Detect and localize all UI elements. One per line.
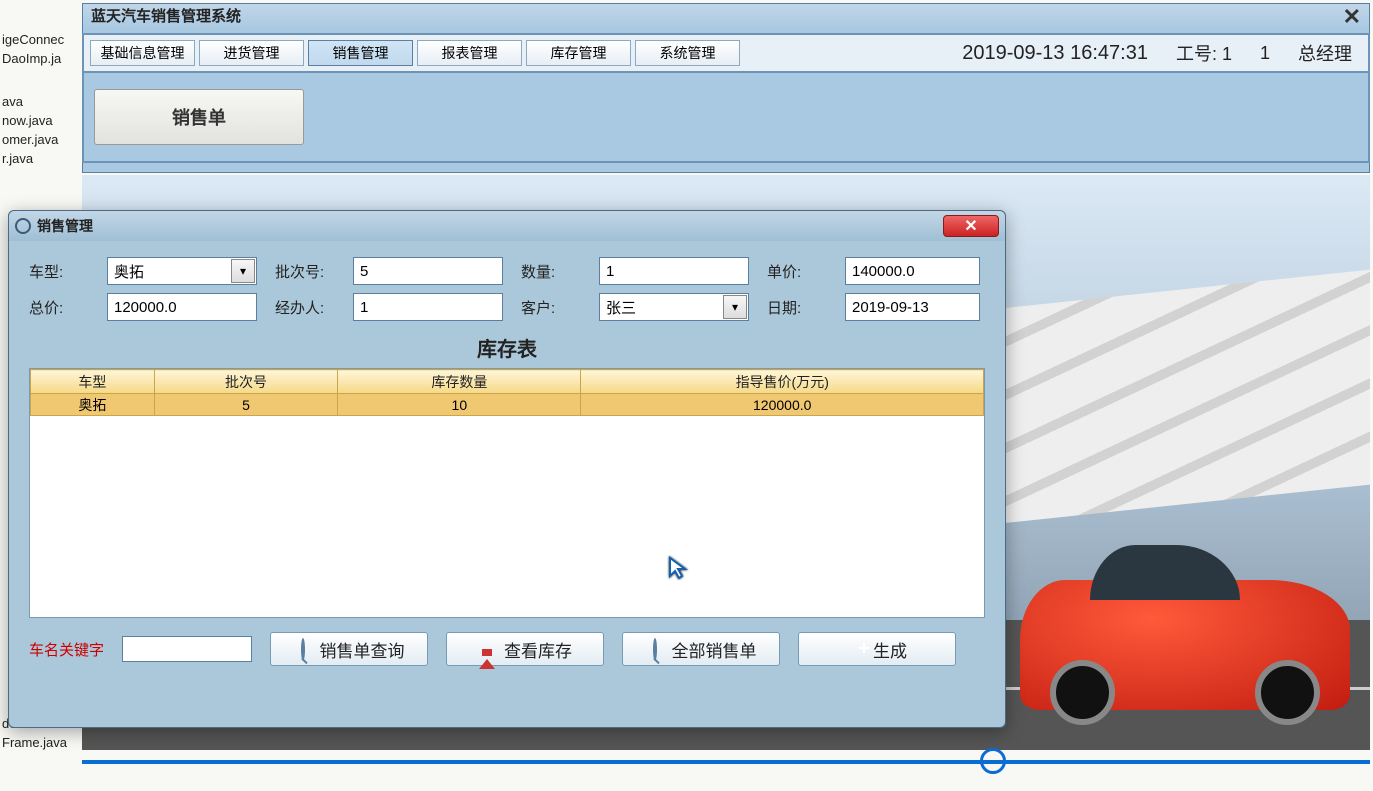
file-item[interactable]: ava: [0, 92, 80, 111]
query-button-label: 销售单查询: [320, 637, 405, 662]
role-label: 总经理: [1298, 40, 1352, 66]
close-icon[interactable]: ✕: [1343, 4, 1361, 30]
file-item[interactable]: Frame.java: [0, 733, 80, 752]
label-price: 单价:: [767, 261, 827, 282]
datetime-label: 2019-09-13 16:47:31: [962, 42, 1148, 65]
sub-toolbar: 销售单: [82, 73, 1370, 163]
all-orders-label: 全部销售单: [672, 637, 757, 662]
label-model: 车型:: [29, 261, 89, 282]
dialog-button-row: 车名关键字 销售单查询 查看库存 全部销售单 生成: [9, 618, 1005, 680]
menu-bar: 基础信息管理 进货管理 销售管理 报表管理 库存管理 系统管理 2019-09-…: [82, 33, 1370, 73]
mouse-cursor: [668, 556, 690, 580]
tab-sales[interactable]: 销售管理: [308, 40, 413, 66]
tab-purchase[interactable]: 进货管理: [199, 40, 304, 66]
search-icon: [301, 638, 305, 661]
table-row[interactable]: 奥拓 5 10 120000.0: [31, 394, 984, 416]
form-grid: 车型: ▾ 批次号: 数量: 单价: 总价: 经办人: 客户: ▾ 日期:: [9, 241, 1005, 325]
query-sales-button[interactable]: 销售单查询: [270, 632, 428, 666]
col-qty[interactable]: 库存数量: [338, 370, 581, 394]
dialog-titlebar[interactable]: 销售管理 ✕: [9, 211, 1005, 241]
dialog-title-text: 销售管理: [37, 216, 93, 236]
file-item[interactable]: now.java: [0, 111, 80, 130]
file-item[interactable]: r.java: [0, 149, 80, 168]
home-icon: [479, 640, 495, 669]
date-input[interactable]: [845, 293, 980, 321]
tab-report[interactable]: 报表管理: [417, 40, 522, 66]
label-qty: 数量:: [521, 261, 581, 282]
timeline-slider-thumb[interactable]: [980, 748, 1006, 774]
label-handler: 经办人:: [275, 297, 335, 318]
cell-model: 奥拓: [31, 394, 155, 416]
generate-label: 生成: [873, 637, 907, 662]
dialog-close-button[interactable]: ✕: [943, 215, 999, 237]
view-stock-button[interactable]: 查看库存: [446, 632, 604, 666]
handler-input[interactable]: [353, 293, 503, 321]
view-stock-label: 查看库存: [504, 637, 572, 662]
customer-select[interactable]: [599, 293, 749, 321]
gear-icon: [15, 218, 31, 234]
total-input[interactable]: [107, 293, 257, 321]
employee-extra: 1: [1260, 43, 1270, 64]
car-image: [1020, 580, 1350, 710]
batch-input[interactable]: [353, 257, 503, 285]
search-icon: [653, 638, 657, 661]
table-empty-area: [30, 416, 984, 616]
cell-price: 120000.0: [581, 394, 984, 416]
cell-qty: 10: [338, 394, 581, 416]
file-item[interactable]: omer.java: [0, 130, 80, 149]
col-model[interactable]: 车型: [31, 370, 155, 394]
model-select[interactable]: [107, 257, 257, 285]
employee-id-label: 工号: 1: [1176, 40, 1232, 66]
price-input[interactable]: [845, 257, 980, 285]
col-batch[interactable]: 批次号: [154, 370, 337, 394]
label-total: 总价:: [29, 297, 89, 318]
col-price[interactable]: 指导售价(万元): [581, 370, 984, 394]
timeline-slider-track[interactable]: [82, 760, 1370, 764]
inventory-table-title: 库存表: [9, 333, 1005, 362]
generate-button[interactable]: 生成: [798, 632, 956, 666]
sales-order-button[interactable]: 销售单: [94, 89, 304, 145]
keyword-input[interactable]: [122, 636, 252, 662]
table-header-row: 车型 批次号 库存数量 指导售价(万元): [31, 370, 984, 394]
cell-batch: 5: [154, 394, 337, 416]
label-date: 日期:: [767, 297, 827, 318]
label-customer: 客户:: [521, 297, 581, 318]
tab-system[interactable]: 系统管理: [635, 40, 740, 66]
tab-basic-info[interactable]: 基础信息管理: [90, 40, 195, 66]
file-item[interactable]: igeConnec: [0, 30, 80, 49]
file-item[interactable]: DaoImp.ja: [0, 49, 80, 68]
label-batch: 批次号:: [275, 261, 335, 282]
tab-inventory[interactable]: 库存管理: [526, 40, 631, 66]
main-titlebar[interactable]: 蓝天汽车销售管理系统 ✕: [83, 4, 1369, 30]
sales-dialog: 销售管理 ✕ 车型: ▾ 批次号: 数量: 单价: 总价: 经办人: 客户: ▾: [8, 210, 1006, 728]
keyword-label: 车名关键字: [29, 639, 104, 660]
all-orders-button[interactable]: 全部销售单: [622, 632, 780, 666]
qty-input[interactable]: [599, 257, 749, 285]
app-title: 蓝天汽车销售管理系统: [91, 4, 241, 30]
inventory-table[interactable]: 车型 批次号 库存数量 指导售价(万元) 奥拓 5 10 120000.0: [29, 368, 985, 618]
